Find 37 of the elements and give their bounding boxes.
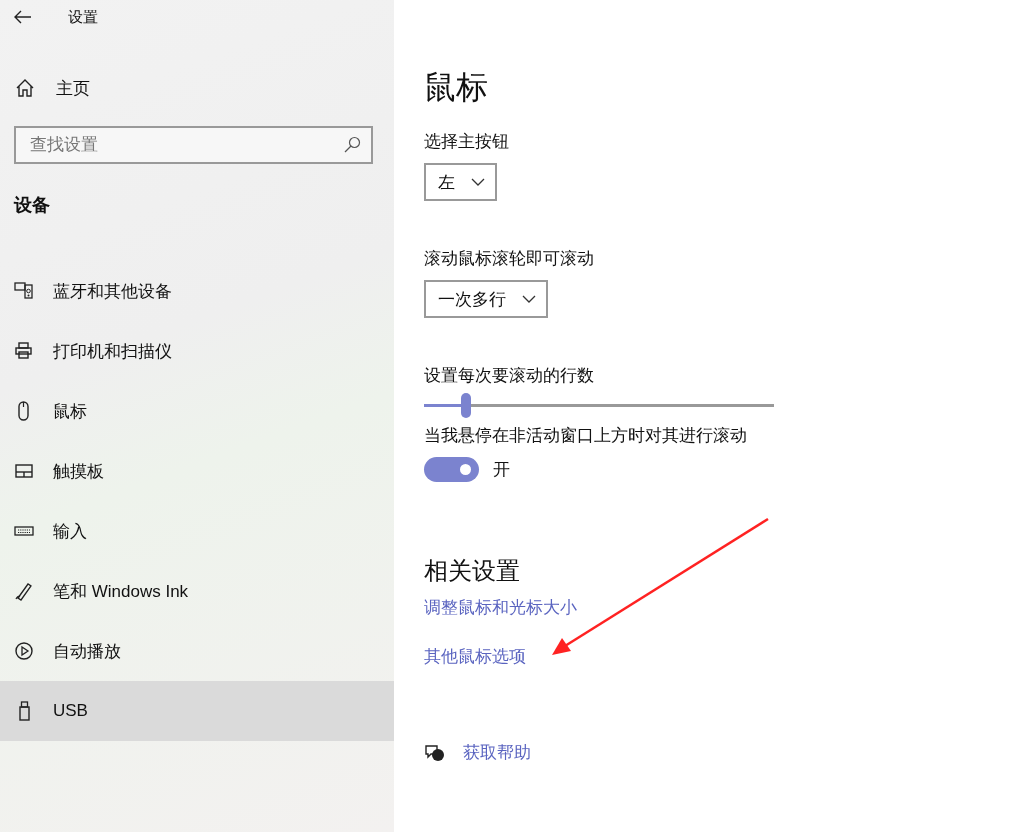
slider-thumb[interactable] <box>461 393 471 418</box>
nav-item[interactable]: 笔和 Windows Ink <box>0 561 394 621</box>
home-nav-item[interactable]: 主页 <box>0 68 394 108</box>
section-heading: 设备 <box>14 194 51 217</box>
nav-icon <box>14 341 34 361</box>
lines-slider-label: 设置每次要滚动的行数 <box>424 365 595 387</box>
search-field[interactable]: 查找设置 <box>14 126 373 164</box>
help-chat-icon <box>424 743 445 763</box>
wheel-scroll-label: 滚动鼠标滚轮即可滚动 <box>424 248 595 270</box>
nav-item[interactable]: USB <box>0 681 394 741</box>
home-icon <box>16 79 34 97</box>
nav-icon <box>14 461 34 481</box>
nav-item[interactable]: 自动播放 <box>0 621 394 681</box>
toggle-state-text: 开 <box>493 459 510 481</box>
window-title: 设置 <box>68 7 98 27</box>
nav-item[interactable]: 触摸板 <box>0 441 394 501</box>
inactive-scroll-label: 当我悬停在非活动窗口上方时对其进行滚动 <box>424 425 748 447</box>
get-help-link[interactable]: 获取帮助 <box>463 741 531 765</box>
chevron-down-icon <box>471 178 485 186</box>
nav-item[interactable]: 蓝牙和其他设备 <box>0 261 394 321</box>
back-arrow-icon[interactable] <box>14 10 32 24</box>
nav-item[interactable]: 输入 <box>0 501 394 561</box>
related-settings-heading: 相关设置 <box>424 556 521 586</box>
primary-button-label: 选择主按钮 <box>424 131 510 153</box>
home-label: 主页 <box>56 77 90 100</box>
search-icon[interactable] <box>344 136 361 153</box>
related-link[interactable]: 调整鼠标和光标大小 <box>424 596 577 620</box>
wheel-scroll-dropdown[interactable]: 一次多行 <box>424 280 548 318</box>
primary-button-dropdown[interactable]: 左 <box>424 163 497 201</box>
chevron-down-icon <box>522 295 536 303</box>
related-link[interactable]: 其他鼠标选项 <box>424 645 526 669</box>
nav-icon <box>14 641 34 661</box>
nav-item[interactable]: 打印机和扫描仪 <box>0 321 394 381</box>
nav-icon <box>14 281 34 301</box>
nav-icon <box>14 581 34 601</box>
nav-item[interactable]: 鼠标 <box>0 381 394 441</box>
page-title: 鼠标 <box>424 68 489 107</box>
